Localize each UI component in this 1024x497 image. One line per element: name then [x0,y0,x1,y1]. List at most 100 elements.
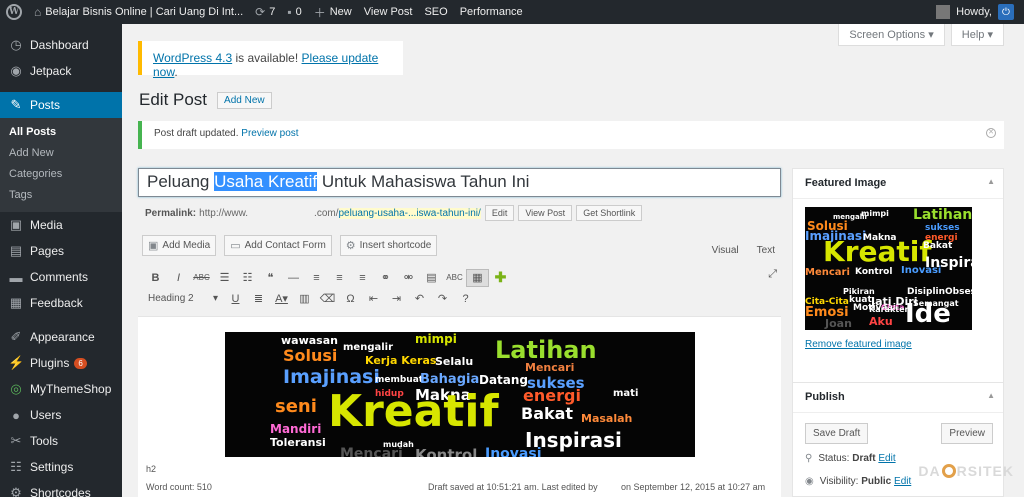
sidebar-item-posts[interactable]: ✎ Posts [0,92,122,118]
sidebar-item-feedback[interactable]: ▦ Feedback [0,290,122,316]
word-cloud-word: membuat [375,375,424,385]
word-cloud-word: Inspirasi [925,255,972,271]
wrench-icon: ✂ [10,433,22,448]
format-select[interactable]: Heading 2 ▾ [144,293,224,304]
get-shortlink-button[interactable]: Get Shortlink [576,205,643,221]
word-cloud-word: Solusi [283,346,338,365]
outdent-icon[interactable]: ⇤ [362,292,385,305]
undo-icon[interactable]: ↶ [408,292,431,305]
performance-menu[interactable]: Performance [454,0,529,24]
word-cloud-image[interactable]: wawasan mimpi mengalir Latihan Solusi Kerja K… [225,332,695,457]
comments-link[interactable]: ▪ 0 [281,0,307,24]
dismiss-notice-icon[interactable]: ✕ [986,128,996,138]
sidebar-item-users[interactable]: ● Users [0,402,122,428]
posts-submenu: All Posts Add New Categories Tags [0,118,122,212]
word-cloud-word: Inovasi [485,446,542,457]
special-character-icon[interactable]: Ω [339,293,362,305]
edit-permalink-button[interactable]: Edit [484,205,515,221]
wp-logo-menu[interactable]: W [0,0,28,24]
caret-up-icon[interactable]: ▲ [987,177,995,186]
strikethrough-icon[interactable]: ABC [190,273,213,282]
underline-icon[interactable]: U [224,293,247,305]
sidebar-item-appearance[interactable]: ✐ Appearance [0,324,122,350]
add-contact-form-button[interactable]: ▭ Add Contact Form [224,235,332,256]
sidebar-item-jetpack[interactable]: ◉ Jetpack [0,58,122,84]
redo-icon[interactable]: ↷ [431,292,454,305]
new-content-menu[interactable]: ＋ New [308,0,358,24]
sidebar-item-plugins[interactable]: ⚡ Plugins 6 [0,350,122,376]
publish-header[interactable]: Publish ▲ [793,383,1003,413]
read-more-icon[interactable]: ▤ [420,271,443,284]
add-media-button[interactable]: ▣ Add Media [142,235,217,256]
view-post-button[interactable]: View Post [518,205,573,221]
remove-link-icon[interactable]: ⚮ [397,271,420,284]
sidebar-item-shortcodes[interactable]: ⚙ Shortcodes [0,480,122,497]
fullscreen-icon[interactable]: ⤢ [768,268,777,281]
sidebar-item-media[interactable]: ▣ Media [0,212,122,238]
edit-status-link[interactable]: Edit [878,453,895,464]
bold-icon[interactable]: B [144,272,167,284]
horizontal-line-icon[interactable]: — [282,272,305,284]
preview-button[interactable]: Preview [941,423,993,444]
align-right-icon[interactable]: ≡ [351,272,374,284]
word-cloud-word: sukses [925,223,960,233]
align-left-icon[interactable]: ≡ [305,272,328,284]
update-notice: WordPress 4.3 is available! Please updat… [138,41,403,79]
bullet-list-icon[interactable]: ☰ [213,271,236,284]
sidebar-item-pages[interactable]: ▤ Pages [0,238,122,264]
last-edited-status: on September 12, 2015 at 10:27 am [621,482,766,492]
help-icon[interactable]: ? [454,293,477,305]
numbered-list-icon[interactable]: ☷ [236,271,259,284]
spellcheck-icon[interactable]: ABC [443,273,466,282]
sidebar-item-mythemeshop[interactable]: ◎ MyThemeShop [0,376,122,402]
paste-text-icon[interactable]: ▥ [293,292,316,305]
justify-icon[interactable]: ≣ [247,292,270,305]
help-button[interactable]: Help ▾ [950,24,1004,46]
tab-text[interactable]: Text [757,245,775,256]
caret-down-icon: ▾ [928,29,934,41]
text-color-icon[interactable]: A▾ [270,292,293,305]
save-draft-button[interactable]: Save Draft [805,423,869,444]
seo-menu[interactable]: SEO [418,0,453,24]
indent-icon[interactable]: ⇥ [385,292,408,305]
sidebar-item-tools[interactable]: ✂ Tools [0,428,122,454]
wordpress-version-link[interactable]: WordPress 4.3 [153,51,232,65]
submenu-all-posts[interactable]: All Posts [0,122,122,143]
home-icon: ⌂ [34,5,42,19]
updates-link[interactable]: ⟳ 7 [249,0,281,24]
insert-link-icon[interactable]: ⚭ [374,271,397,284]
sidebar-item-settings[interactable]: ☷ Settings [0,454,122,480]
account-menu[interactable]: Howdy, [930,0,998,24]
avatar [936,5,951,19]
featured-image-thumbnail[interactable]: mimpi Latihan mengalir Solusi sukses Imajinas… [805,207,972,330]
word-count: Word count: 510 [146,482,212,492]
page-heading: Edit Post Add New [139,90,272,110]
submenu-tags[interactable]: Tags [0,185,122,206]
sidebar-item-comments[interactable]: ▬ Comments [0,264,122,290]
insert-shortcode-button[interactable]: ⚙ Insert shortcode [339,235,438,256]
view-post-link[interactable]: View Post [358,0,419,24]
blockquote-icon[interactable]: ❝ [259,271,282,284]
post-title-input[interactable]: Peluang Usaha Kreatif Untuk Mahasiswa Ta… [138,168,781,197]
featured-image-header[interactable]: Featured Image ▲ [793,169,1003,199]
editor-content-area[interactable]: wawasan mimpi mengalir Latihan Solusi Kerja K… [138,316,781,497]
remove-featured-image-link[interactable]: Remove featured image [805,339,912,350]
tab-visual[interactable]: Visual [712,245,739,256]
site-name-link[interactable]: ⌂ Belajar Bisnis Online | Cari Uang Di In… [28,0,249,24]
add-new-button[interactable]: Add New [217,91,272,109]
caret-up-icon[interactable]: ▲ [987,391,995,400]
edit-visibility-link[interactable]: Edit [894,476,911,487]
clear-formatting-icon[interactable]: ⌫ [316,292,339,305]
align-center-icon[interactable]: ≡ [328,272,351,284]
toolbar-toggle-icon[interactable]: ▦ [466,268,489,287]
plus-icon[interactable]: ✚ [489,269,512,286]
italic-icon[interactable]: I [167,272,190,284]
word-cloud-word: mimpi [415,332,457,346]
power-icon[interactable]: ⏻ [998,4,1014,20]
submenu-add-new[interactable]: Add New [0,143,122,164]
sidebar-item-dashboard[interactable]: ◷ Dashboard [0,32,122,58]
permalink-slug[interactable]: peluang-usaha-...iswa-tahun-ini/ [338,207,481,219]
submenu-categories[interactable]: Categories [0,164,122,185]
preview-post-link[interactable]: Preview post [241,128,298,139]
screen-options-button[interactable]: Screen Options ▾ [838,24,945,46]
